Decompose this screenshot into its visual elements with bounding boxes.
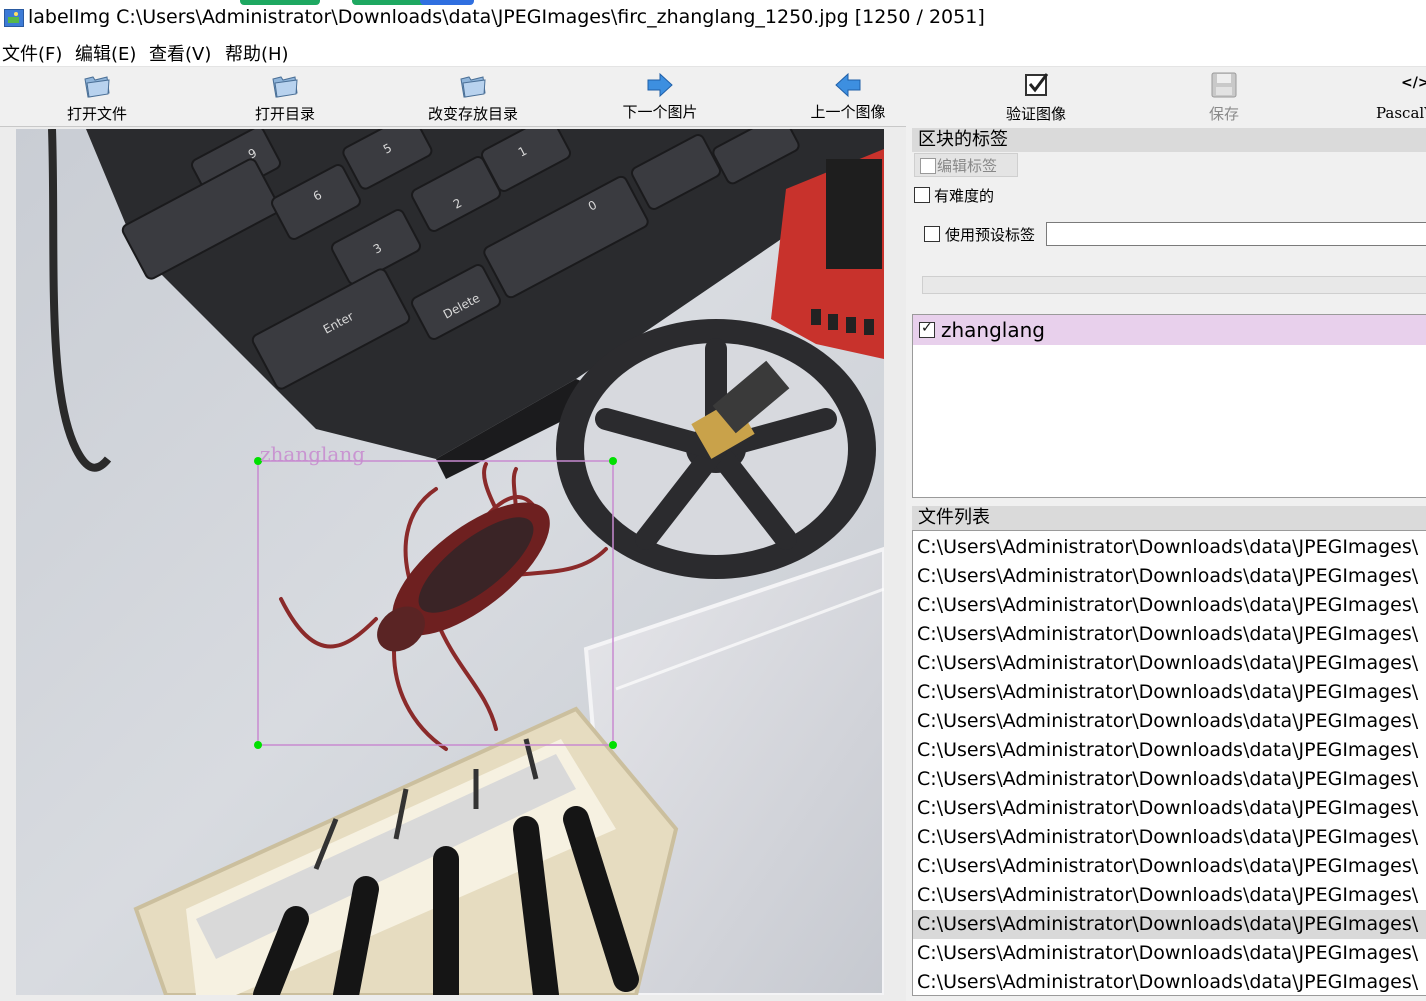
file-list-item[interactable]: C:\Users\Administrator\Downloads\data\JP…: [913, 765, 1426, 794]
file-list-item[interactable]: C:\Users\Administrator\Downloads\data\JP…: [913, 707, 1426, 736]
arrow-left-icon: [835, 72, 861, 98]
next-image-label: 下一个图片: [622, 103, 698, 121]
open-dir-button[interactable]: 打开目录: [225, 67, 345, 127]
file-list-item[interactable]: C:\Users\Administrator\Downloads\data\JP…: [913, 591, 1426, 620]
file-list-item-selected[interactable]: C:\Users\Administrator\Downloads\data\JP…: [913, 910, 1426, 939]
prev-image-button[interactable]: 上一个图像: [788, 67, 908, 127]
change-save-dir-label: 改变存放目录: [427, 105, 518, 123]
file-list-item[interactable]: C:\Users\Administrator\Downloads\data\JP…: [913, 939, 1426, 968]
edit-icon: [920, 158, 936, 174]
taskbar-highlight: [240, 0, 320, 5]
resize-handle[interactable]: [254, 741, 262, 749]
file-list-item[interactable]: C:\Users\Administrator\Downloads\data\JP…: [913, 533, 1426, 562]
label-list-item[interactable]: zhanglang: [913, 315, 1426, 345]
file-list[interactable]: C:\Users\Administrator\Downloads\data\JP…: [912, 530, 1426, 996]
menu-view[interactable]: 查看(V): [149, 40, 211, 66]
menu-file[interactable]: 文件(F): [2, 40, 62, 66]
checkbox-icon: [1025, 73, 1049, 96]
box-labels-title: 区块的标签: [912, 128, 1426, 152]
edit-label-text: 编辑标签: [937, 157, 998, 175]
open-dir-label: 打开目录: [254, 105, 315, 123]
file-list-item[interactable]: C:\Users\Administrator\Downloads\data\JP…: [913, 736, 1426, 765]
arrow-right-icon: [647, 72, 673, 98]
box-label: zhanglang: [260, 442, 365, 466]
photo: 9 5 1 6 2 0 3 Enter Delete zhanglang: [16, 129, 884, 995]
folder-icon: [84, 76, 110, 98]
title-bar: labelImg C:\Users\Administrator\Download…: [0, 0, 1426, 36]
edit-label-button[interactable]: 编辑标签: [914, 153, 1018, 177]
menu-edit[interactable]: 编辑(E): [75, 40, 136, 66]
next-image-button[interactable]: 下一个图片: [600, 67, 720, 127]
save-icon: [1211, 72, 1237, 98]
wheel: [556, 319, 876, 579]
folder-icon: [272, 76, 298, 98]
file-list-item[interactable]: C:\Users\Administrator\Downloads\data\JP…: [913, 649, 1426, 678]
open-file-label: 打开文件: [66, 105, 127, 123]
label-visible-checkbox[interactable]: [919, 320, 935, 338]
default-label-input[interactable]: [1046, 222, 1426, 246]
save-label: 保存: [1208, 105, 1239, 123]
label-list[interactable]: zhanglang: [912, 314, 1426, 498]
file-list-item[interactable]: C:\Users\Administrator\Downloads\data\JP…: [913, 852, 1426, 881]
verify-image-label: 验证图像: [1005, 105, 1066, 123]
verify-image-button[interactable]: 验证图像: [976, 67, 1096, 127]
toolbar: 打开文件 打开目录 改变存放目录 下一个图片 上一个图像 验证图像 保存 </>…: [0, 66, 1426, 127]
code-icon: </>: [1401, 75, 1426, 91]
menu-bar: 文件(F) 编辑(E) 查看(V) 帮助(H): [0, 36, 1426, 66]
file-list-item[interactable]: C:\Users\Administrator\Downloads\data\JP…: [913, 562, 1426, 591]
difficult-checkbox[interactable]: [914, 187, 930, 203]
resize-handle[interactable]: [609, 741, 617, 749]
save-button[interactable]: 保存: [1164, 67, 1284, 127]
use-default-label-checkbox[interactable]: [924, 226, 940, 242]
folder-icon: [460, 76, 486, 98]
file-list-item[interactable]: C:\Users\Administrator\Downloads\data\JP…: [913, 881, 1426, 910]
use-default-label-text: 使用预设标签: [945, 226, 1036, 244]
file-list-item[interactable]: C:\Users\Administrator\Downloads\data\JP…: [913, 794, 1426, 823]
file-list-item[interactable]: C:\Users\Administrator\Downloads\data\JP…: [913, 823, 1426, 852]
file-list-title: 文件列表: [912, 506, 1426, 530]
file-list-item[interactable]: C:\Users\Administrator\Downloads\data\JP…: [913, 678, 1426, 707]
file-list-item[interactable]: C:\Users\Administrator\Downloads\data\JP…: [913, 968, 1426, 995]
change-save-dir-button[interactable]: 改变存放目录: [413, 67, 533, 127]
label-combo-bar[interactable]: [922, 276, 1426, 294]
resize-handle[interactable]: [609, 457, 617, 465]
app-icon: [4, 9, 24, 27]
window-title: labelImg C:\Users\Administrator\Download…: [28, 6, 985, 28]
format-label: PascalVOC: [1376, 104, 1426, 122]
image-canvas[interactable]: 9 5 1 6 2 0 3 Enter Delete zhanglang: [0, 126, 906, 1001]
file-list-item[interactable]: C:\Users\Administrator\Downloads\data\JP…: [913, 620, 1426, 649]
photo-scene: 9 5 1 6 2 0 3 Enter Delete zhanglang: [16, 129, 884, 995]
prev-image-label: 上一个图像: [810, 103, 886, 121]
taskbar-highlight: [420, 0, 474, 5]
right-dock: 区块的标签 编辑标签 有难度的 使用预设标签 zhanglang 文件列表 C:…: [912, 126, 1426, 1000]
difficult-label: 有难度的: [934, 187, 995, 205]
format-toggle-button[interactable]: </> PascalVOC: [1352, 67, 1426, 127]
menu-help[interactable]: 帮助(H): [225, 40, 289, 66]
label-name: zhanglang: [941, 318, 1045, 342]
open-file-button[interactable]: 打开文件: [37, 67, 157, 127]
